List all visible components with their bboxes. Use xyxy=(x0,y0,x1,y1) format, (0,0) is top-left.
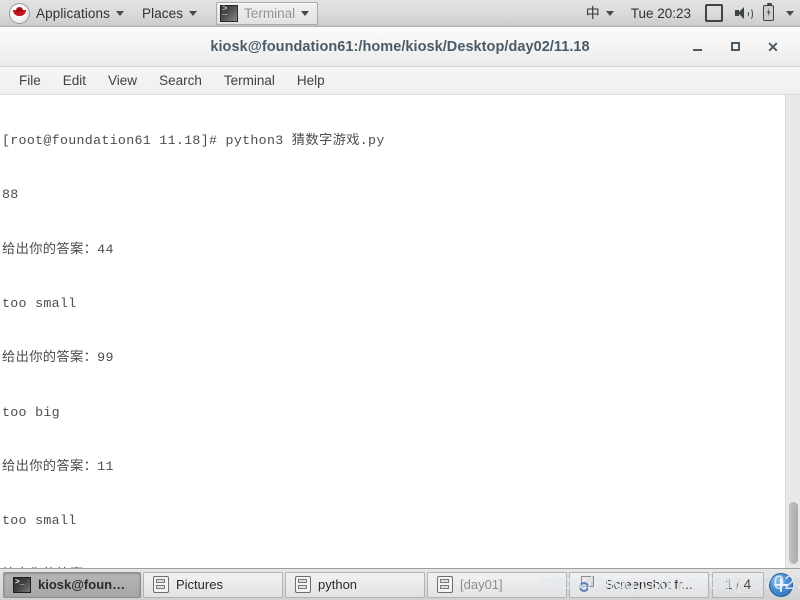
terminal-output-area[interactable]: [root@foundation61 11.18]# python3 猜数字游戏… xyxy=(0,95,800,568)
top-panel-right: 中 Tue 20:23 xyxy=(577,0,800,26)
top-panel: Applications Places Terminal 中 Tue 20:23 xyxy=(0,0,800,27)
terminal-window: kiosk@foundation61:/home/kiosk/Desktop/d… xyxy=(0,27,800,568)
menubar: File Edit View Search Terminal Help xyxy=(0,67,800,95)
input-method-label: 中 xyxy=(585,5,600,21)
taskbar-item-label: kiosk@founda... xyxy=(38,577,131,592)
window-titlebar[interactable]: kiosk@foundation61:/home/kiosk/Desktop/d… xyxy=(0,27,800,67)
taskbar-item-label: python xyxy=(318,577,358,592)
places-menu-button[interactable]: Places xyxy=(133,0,206,26)
chevron-down-icon xyxy=(116,10,124,16)
applications-menu-label: Applications xyxy=(36,5,110,21)
menu-item-view[interactable]: View xyxy=(97,70,148,91)
screen: Applications Places Terminal 中 Tue 20:23 xyxy=(0,0,800,600)
screenshot-icon xyxy=(579,576,598,593)
system-menu-chevron-down-icon[interactable] xyxy=(786,10,794,16)
file-manager-icon xyxy=(437,576,453,593)
places-menu-label: Places xyxy=(142,5,184,21)
taskbar-item-day01[interactable]: [day01] xyxy=(427,571,567,598)
maximize-button[interactable] xyxy=(726,38,744,56)
top-panel-left: Applications Places Terminal xyxy=(0,0,319,26)
terminal-line: too small xyxy=(2,296,77,312)
menu-item-help[interactable]: Help xyxy=(286,70,336,91)
chevron-down-icon xyxy=(301,10,310,16)
terminal-line: 88 xyxy=(2,187,19,203)
clock[interactable]: Tue 20:23 xyxy=(623,6,699,21)
terminal-scrollbar-thumb[interactable] xyxy=(789,502,798,564)
terminal-icon xyxy=(220,4,239,22)
window-controls: ✕ xyxy=(688,27,792,66)
panel-window-button-label: Terminal xyxy=(244,5,296,21)
taskbar-item-pictures[interactable]: Pictures xyxy=(143,571,283,598)
taskbar-item-python[interactable]: python xyxy=(285,571,425,598)
panel-window-button-terminal[interactable]: Terminal xyxy=(216,1,319,25)
chevron-down-icon xyxy=(189,10,198,16)
terminal-line: 给出你的答案：99 xyxy=(2,350,114,366)
close-button[interactable]: ✕ xyxy=(764,38,782,56)
terminal-line: 给出你的答案：11 xyxy=(2,458,114,474)
terminal-icon xyxy=(13,576,31,593)
display-icon[interactable] xyxy=(705,4,723,22)
chevron-down-icon xyxy=(605,10,614,16)
battery-icon[interactable] xyxy=(763,3,774,21)
terminal-line: too big xyxy=(2,404,60,420)
show-desktop-icon[interactable] xyxy=(769,572,793,597)
speaker-icon[interactable] xyxy=(735,6,753,20)
terminal-line: [root@foundation61 11.18]# python3 猜数字游戏… xyxy=(2,133,385,149)
terminal-text: [root@foundation61 11.18]# python3 猜数字游戏… xyxy=(2,96,784,568)
taskbar-item-label: Screenshot fr... xyxy=(605,577,693,592)
redhat-shadowman-icon xyxy=(9,2,30,24)
input-method-button[interactable]: 中 xyxy=(577,0,623,26)
menu-item-edit[interactable]: Edit xyxy=(52,70,97,91)
terminal-scrollbar[interactable] xyxy=(785,95,800,568)
bottom-panel: kiosk@founda... Pictures python [day01] … xyxy=(0,568,800,600)
menu-item-file[interactable]: File xyxy=(8,70,52,91)
file-manager-icon xyxy=(153,576,169,593)
taskbar-item-label: [day01] xyxy=(460,577,503,592)
terminal-line: too small xyxy=(2,513,77,529)
window-title: kiosk@foundation61:/home/kiosk/Desktop/d… xyxy=(210,38,590,55)
menu-item-search[interactable]: Search xyxy=(148,70,213,91)
taskbar-item-screenshot[interactable]: Screenshot fr... xyxy=(569,571,709,598)
menu-item-terminal[interactable]: Terminal xyxy=(213,70,286,91)
minimize-button[interactable] xyxy=(688,38,706,56)
applications-menu-button[interactable]: Applications xyxy=(0,0,133,26)
taskbar-item-terminal[interactable]: kiosk@founda... xyxy=(3,571,141,598)
speaker-waves-icon xyxy=(745,8,753,20)
workspace-switcher[interactable]: 1 / 4 xyxy=(712,571,764,598)
taskbar-item-label: Pictures xyxy=(176,577,223,592)
terminal-line: 给出你的答案：44 xyxy=(2,241,114,257)
file-manager-icon xyxy=(295,576,311,593)
